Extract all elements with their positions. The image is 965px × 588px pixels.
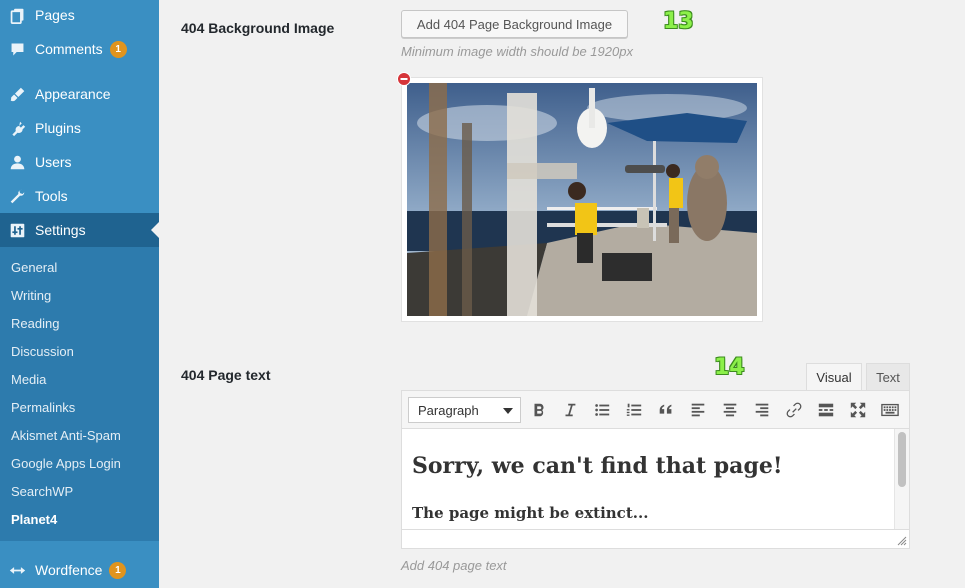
link-icon	[786, 402, 802, 418]
wordfence-icon	[8, 561, 26, 579]
menu-label: Pages	[35, 7, 75, 23]
menu-item-tools[interactable]: Tools	[0, 179, 159, 213]
align-left-icon	[691, 403, 705, 417]
menu-label: Plugins	[35, 120, 81, 136]
background-image-hint: Minimum image width should be 1920px	[401, 44, 633, 59]
editor-toolbar: Paragraph	[402, 391, 909, 429]
submenu-item-discussion[interactable]: Discussion	[11, 342, 74, 362]
step-number-13: 13	[663, 9, 694, 34]
format-select-value: Paragraph	[418, 402, 479, 418]
menu-item-plugins[interactable]: Plugins	[0, 111, 159, 145]
bold-icon	[534, 403, 544, 417]
tab-text[interactable]: Text	[866, 363, 910, 391]
insert-link-button[interactable]	[784, 400, 804, 420]
submenu-item-google-apps-login[interactable]: Google Apps Login	[11, 454, 121, 474]
editor-content-area[interactable]: Sorry, we can't find that page! The page…	[402, 429, 894, 529]
menu-item-appearance[interactable]: Appearance	[0, 77, 159, 111]
menu-label: Users	[35, 154, 72, 170]
align-center-button[interactable]	[720, 400, 740, 420]
chevron-down-icon	[503, 408, 513, 414]
align-right-icon	[755, 403, 769, 417]
submenu-item-general[interactable]: General	[11, 258, 57, 278]
rich-text-editor: Paragraph Sorry, we can't find that page…	[401, 390, 910, 549]
step-number-14: 14	[714, 355, 745, 380]
page-text-label: 404 Page text	[181, 367, 271, 383]
fullscreen-button[interactable]	[848, 400, 868, 420]
editor-status-bar	[402, 529, 909, 548]
submenu-item-akismet[interactable]: Akismet Anti-Spam	[11, 426, 121, 446]
settings-icon	[8, 221, 26, 239]
menu-label: Comments	[35, 41, 103, 57]
tools-icon	[8, 187, 26, 205]
align-center-icon	[723, 403, 737, 417]
menu-item-pages[interactable]: Pages	[0, 0, 159, 32]
italic-icon	[565, 403, 576, 417]
fullscreen-icon	[850, 402, 866, 418]
blockquote-button[interactable]	[656, 400, 676, 420]
comments-icon	[8, 40, 26, 58]
comments-count-badge: 1	[109, 40, 127, 58]
editor-scrollbar[interactable]	[894, 429, 909, 529]
add-background-image-button[interactable]: Add 404 Page Background Image	[401, 10, 628, 38]
toolbar-toggle-button[interactable]	[880, 400, 900, 420]
align-left-button[interactable]	[688, 400, 708, 420]
bullet-list-button[interactable]	[592, 400, 612, 420]
editor-subheading: The page might be extinct...	[412, 504, 649, 522]
menu-item-settings[interactable]: Settings	[0, 213, 159, 247]
pages-icon	[8, 6, 26, 24]
background-image-preview	[401, 77, 763, 322]
menu-item-comments[interactable]: Comments 1	[0, 32, 159, 66]
menu-label: Settings	[35, 222, 86, 238]
bullet-list-icon	[595, 404, 610, 416]
menu-label: Appearance	[35, 86, 111, 102]
resize-handle-icon[interactable]	[897, 536, 907, 546]
admin-sidebar: Pages Comments 1 Appearance Plugins User…	[0, 0, 159, 588]
background-image-label: 404 Background Image	[181, 20, 335, 36]
active-indicator	[151, 222, 159, 238]
read-more-icon	[818, 403, 834, 417]
italic-button[interactable]	[560, 400, 580, 420]
submenu-item-permalinks[interactable]: Permalinks	[11, 398, 75, 418]
numbered-list-icon	[626, 403, 642, 416]
settings-submenu: General Writing Reading Discussion Media…	[0, 247, 159, 541]
appearance-icon	[8, 85, 26, 103]
numbered-list-button[interactable]	[624, 400, 644, 420]
tab-visual[interactable]: Visual	[806, 363, 862, 391]
scroll-thumb[interactable]	[898, 432, 906, 487]
bold-button[interactable]	[529, 400, 549, 420]
users-icon	[8, 153, 26, 171]
page-text-hint: Add 404 page text	[401, 558, 507, 573]
submenu-item-media[interactable]: Media	[11, 370, 46, 390]
submenu-item-reading[interactable]: Reading	[11, 314, 59, 334]
submenu-item-planet4[interactable]: Planet4	[11, 510, 57, 530]
menu-label: Tools	[35, 188, 68, 204]
menu-item-wordfence[interactable]: Wordfence 1	[0, 553, 159, 587]
read-more-button[interactable]	[816, 400, 836, 420]
editor-heading: Sorry, we can't find that page!	[412, 453, 783, 479]
submenu-item-searchwp[interactable]: SearchWP	[11, 482, 73, 502]
align-right-button[interactable]	[752, 400, 772, 420]
menu-item-users[interactable]: Users	[0, 145, 159, 179]
wordfence-count-badge: 1	[109, 561, 127, 579]
format-select[interactable]: Paragraph	[408, 397, 521, 423]
menu-label: Wordfence	[35, 562, 103, 578]
quote-icon	[659, 404, 672, 414]
keyboard-icon	[881, 403, 899, 417]
remove-image-icon[interactable]	[397, 72, 411, 86]
plugins-icon	[8, 119, 26, 137]
background-photo	[407, 83, 757, 316]
submenu-item-writing[interactable]: Writing	[11, 286, 51, 306]
